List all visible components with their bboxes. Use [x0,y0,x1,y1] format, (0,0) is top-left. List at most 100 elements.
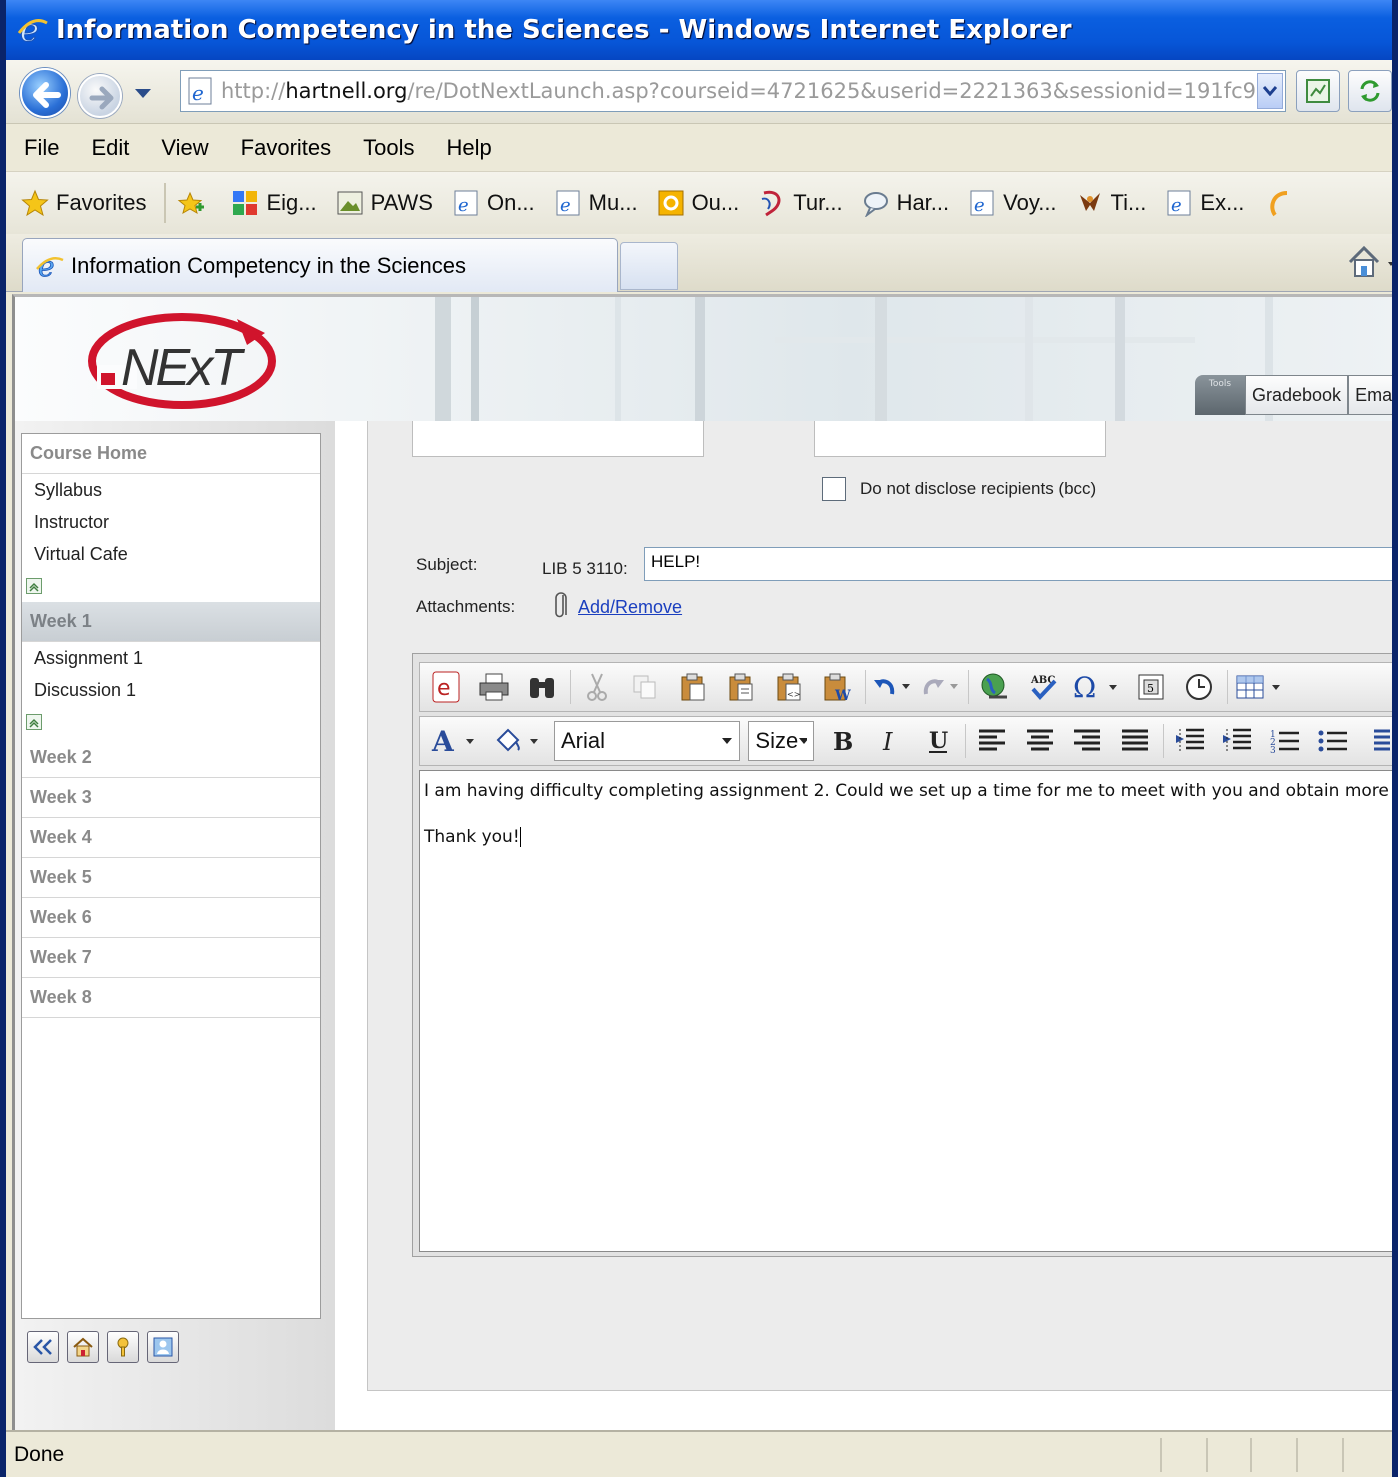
collapse-course-home[interactable] [22,570,320,602]
nav-item-syllabus[interactable]: Syllabus [22,474,320,506]
italic-button[interactable]: I [870,721,910,761]
collapse-sidebar-button[interactable] [27,1331,59,1363]
paste-html-button[interactable]: <> [769,667,809,707]
more-format-button[interactable] [1360,721,1392,761]
nav-item-instructor[interactable]: Instructor [22,506,320,538]
fav-item-voy[interactable]: e Voy... [967,188,1057,218]
fav-item-tur[interactable]: Tur... [757,188,843,218]
underline-button[interactable]: U [918,721,958,761]
cut-button[interactable] [577,667,617,707]
nav-week-1[interactable]: Week 1 [22,602,320,642]
forward-button[interactable] [78,74,122,118]
back-button[interactable] [20,68,70,118]
paste-word-button[interactable]: W [817,667,857,707]
font-family-select[interactable]: Arial [554,721,741,761]
compatibility-view-button[interactable] [1296,70,1340,112]
menu-view[interactable]: View [161,135,208,161]
editor-toolbar-1: e <> W ABC Ω 5 [419,662,1392,712]
address-field[interactable]: e http://hartnell.org/re/DotNextLaunch.a… [180,70,1286,112]
nav-course-home[interactable]: Course Home [22,434,320,474]
find-button[interactable] [522,667,562,707]
menu-help[interactable]: Help [447,135,492,161]
subject-input[interactable]: HELP! [644,547,1392,581]
keys-button[interactable] [107,1331,139,1363]
nav-item-virtual-cafe[interactable]: Virtual Cafe [22,538,320,570]
special-char-button[interactable]: Ω [1071,667,1123,707]
text-color-button[interactable]: A [426,721,482,761]
add-to-favorites-bar-button[interactable] [176,188,212,218]
align-left-button[interactable] [972,721,1012,761]
bird-icon [1075,188,1105,218]
fav-item-eig[interactable]: Eig... [230,188,317,218]
indent-button[interactable] [1218,721,1258,761]
insert-table-button[interactable] [1234,667,1286,707]
nav-week-7[interactable]: Week 7 [22,938,320,978]
bulleted-list-button[interactable] [1313,721,1353,761]
to-field-box[interactable] [412,421,704,457]
cc-field-box[interactable] [814,421,1106,457]
numbered-list-button[interactable]: 123 [1265,721,1305,761]
email-button[interactable]: Email [1348,375,1392,415]
align-center-icon [1026,729,1053,751]
insert-time-button[interactable] [1179,667,1219,707]
user-button[interactable] [147,1331,179,1363]
bold-button[interactable]: B [822,721,862,761]
align-left-icon [979,729,1006,751]
justify-button[interactable] [1115,721,1155,761]
turnitin-icon [757,188,787,218]
svg-text:W: W [834,688,851,702]
paste-text-button[interactable] [721,667,761,707]
message-body[interactable]: I am having difficulty completing assign… [419,770,1392,1252]
preview-button[interactable]: e [426,667,466,707]
nav-week-3[interactable]: Week 3 [22,778,320,818]
menu-tools[interactable]: Tools [363,135,414,161]
nav-week-8[interactable]: Week 8 [22,978,320,1018]
copy-button[interactable] [625,667,665,707]
fav-item-ex[interactable]: e Ex... [1164,188,1244,218]
menu-favorites[interactable]: Favorites [241,135,331,161]
fav-item-on[interactable]: e On... [451,188,535,218]
font-size-select[interactable]: Size [748,721,815,761]
outdent-button[interactable] [1170,721,1210,761]
home-icon[interactable] [1346,242,1396,282]
gradebook-button[interactable]: Gradebook [1245,375,1349,415]
print-button[interactable] [474,667,514,707]
highlight-color-button[interactable] [490,721,546,761]
menu-file[interactable]: File [24,135,59,161]
fav-item-har[interactable]: Har... [861,188,949,218]
fav-item-ti[interactable]: Ti... [1075,188,1146,218]
align-center-button[interactable] [1020,721,1060,761]
favorites-button[interactable]: Favorites [20,188,146,218]
nav-item-discussion-1[interactable]: Discussion 1 [22,674,320,706]
nav-week-2[interactable]: Week 2 [22,738,320,778]
undo-button[interactable] [872,667,912,707]
toolbar-separator [570,670,571,704]
nav-item-assignment-1[interactable]: Assignment 1 [22,642,320,674]
home-button[interactable] [67,1331,99,1363]
nav-week-5[interactable]: Week 5 [22,858,320,898]
history-dropdown-icon[interactable] [134,88,152,100]
bcc-checkbox[interactable] [822,477,846,501]
refresh-button[interactable] [1348,70,1392,112]
table-icon [1236,675,1280,699]
align-right-button[interactable] [1068,721,1108,761]
redo-button[interactable] [920,667,960,707]
menu-edit[interactable]: Edit [91,135,129,161]
fav-item-ou[interactable]: Ou... [656,188,739,218]
form-button[interactable]: 5 [1131,667,1171,707]
insert-link-button[interactable] [975,667,1015,707]
address-dropdown-button[interactable] [1257,73,1283,109]
spellcheck-icon: ABC [1030,675,1057,700]
nav-week-4[interactable]: Week 4 [22,818,320,858]
new-tab-button[interactable] [620,242,678,290]
globe-link-icon [981,673,1007,699]
fav-item-paws[interactable]: PAWS [335,188,433,218]
fav-item-mu[interactable]: e Mu... [553,188,638,218]
nav-week-6[interactable]: Week 6 [22,898,320,938]
fav-item-more[interactable] [1262,188,1298,218]
paste-button[interactable] [673,667,713,707]
tab-active[interactable]: e Information Competency in the Sciences [22,238,618,292]
spellcheck-button[interactable]: ABC [1023,667,1063,707]
add-remove-attachments-link[interactable]: Add/Remove [578,597,682,618]
collapse-week-1[interactable] [22,706,320,738]
